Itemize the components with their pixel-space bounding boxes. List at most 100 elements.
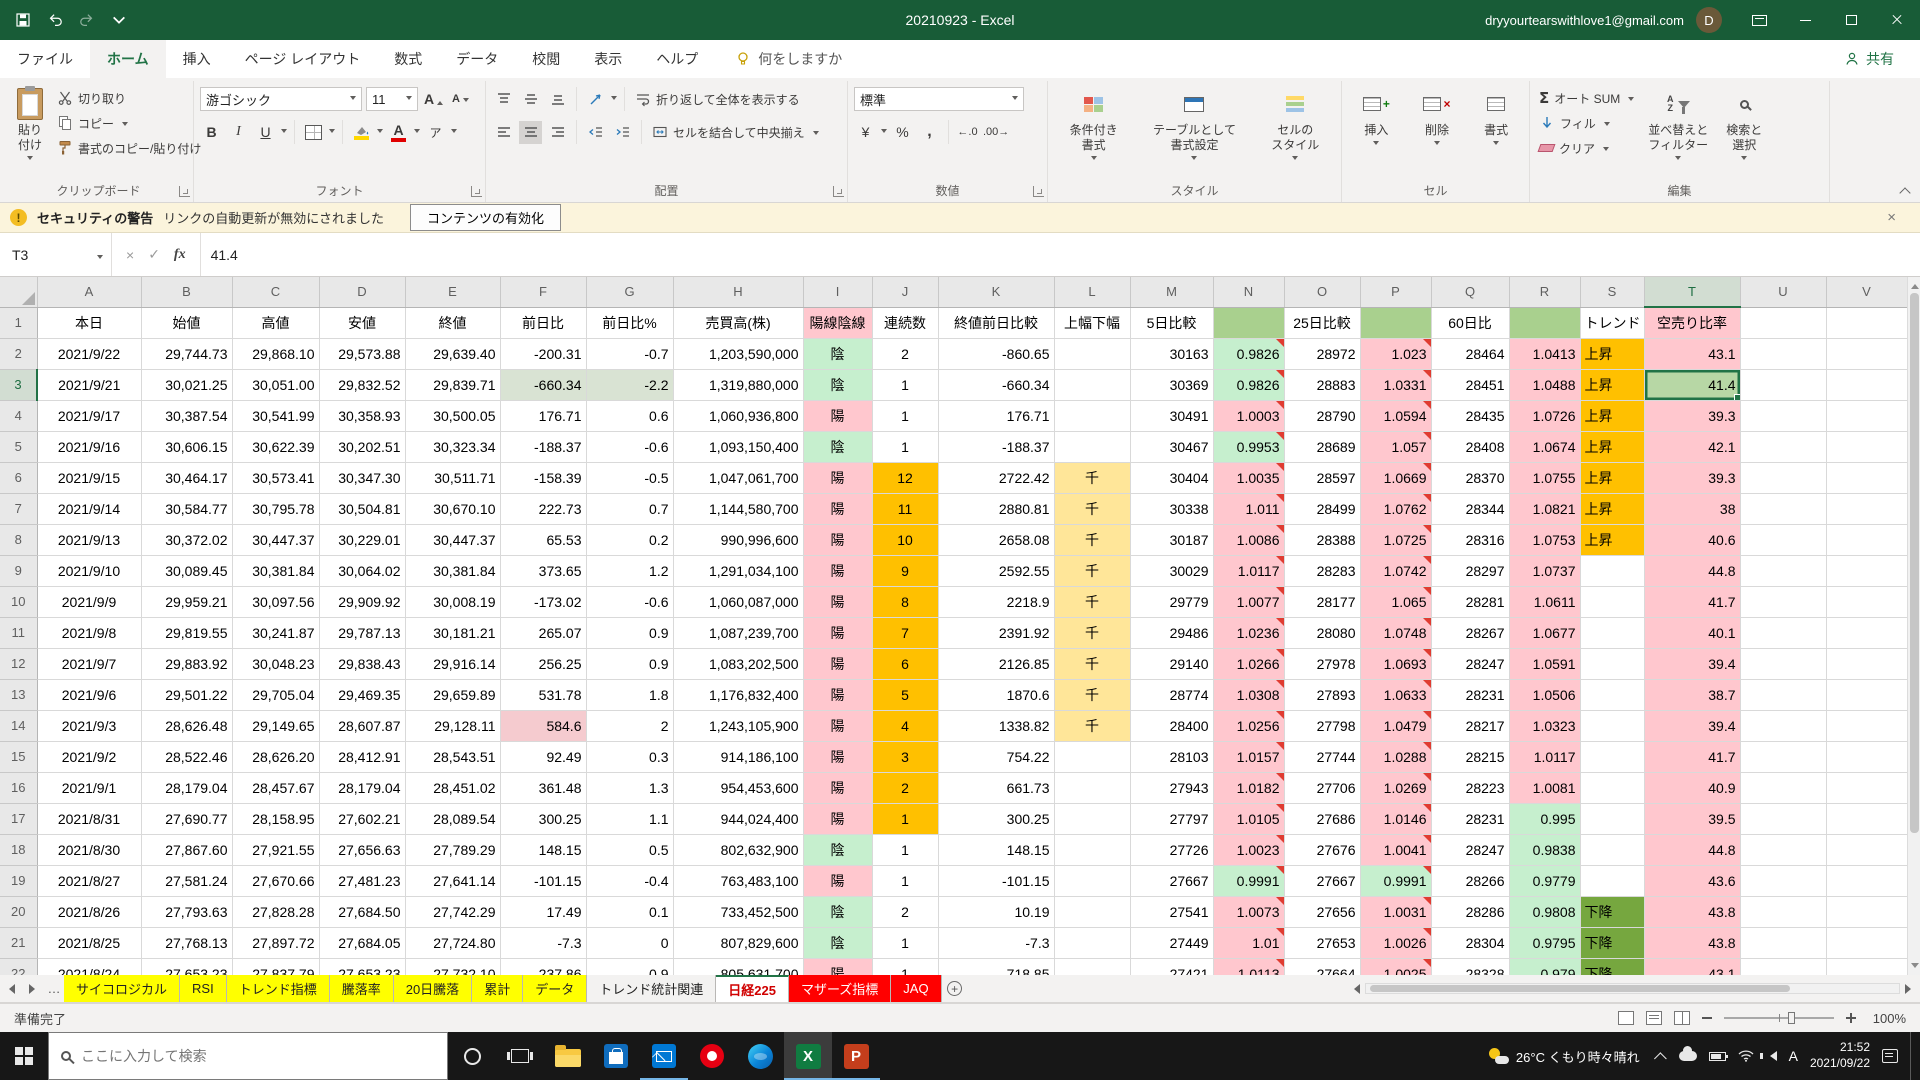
- cell-U1[interactable]: [1740, 307, 1826, 338]
- cell-N7[interactable]: 1.011: [1213, 493, 1284, 524]
- cell-R1[interactable]: [1509, 307, 1580, 338]
- cell-Q3[interactable]: 28451: [1431, 369, 1509, 400]
- cell-K6[interactable]: 2722.42: [938, 462, 1054, 493]
- cell-R8[interactable]: 1.0753: [1509, 524, 1580, 555]
- cell-N12[interactable]: 1.0266: [1213, 648, 1284, 679]
- cell-J10[interactable]: 8: [872, 586, 938, 617]
- column-header-V[interactable]: V: [1826, 277, 1907, 307]
- cell-R6[interactable]: 1.0755: [1509, 462, 1580, 493]
- cell-I7[interactable]: 陽: [803, 493, 872, 524]
- cell-H18[interactable]: 802,632,900: [673, 834, 803, 865]
- cell-T8[interactable]: 40.6: [1644, 524, 1740, 555]
- row-header-18[interactable]: 18: [0, 834, 37, 865]
- cell-A10[interactable]: 2021/9/9: [37, 586, 141, 617]
- cell-I17[interactable]: 陽: [803, 803, 872, 834]
- cell-Q20[interactable]: 28286: [1431, 896, 1509, 927]
- cell-T13[interactable]: 38.7: [1644, 679, 1740, 710]
- cell-O5[interactable]: 28689: [1284, 431, 1360, 462]
- cell-Q22[interactable]: 28328: [1431, 958, 1509, 975]
- cell-J20[interactable]: 2: [872, 896, 938, 927]
- cell-T10[interactable]: 41.7: [1644, 586, 1740, 617]
- cell-R14[interactable]: 1.0323: [1509, 710, 1580, 741]
- cell-R12[interactable]: 1.0591: [1509, 648, 1580, 679]
- column-header-F[interactable]: F: [500, 277, 586, 307]
- undo-button[interactable]: [40, 0, 70, 40]
- cell-C6[interactable]: 30,573.41: [232, 462, 319, 493]
- cell-L9[interactable]: 千: [1054, 555, 1130, 586]
- cell-Q14[interactable]: 28217: [1431, 710, 1509, 741]
- formula-input[interactable]: 41.4: [201, 233, 1920, 276]
- column-header-R[interactable]: R: [1509, 277, 1580, 307]
- row-header-14[interactable]: 14: [0, 710, 37, 741]
- cell-J5[interactable]: 1: [872, 431, 938, 462]
- zoom-in-button[interactable]: [1846, 1013, 1856, 1023]
- cell-M14[interactable]: 28400: [1130, 710, 1213, 741]
- cell-L11[interactable]: 千: [1054, 617, 1130, 648]
- align-left-button[interactable]: [492, 121, 515, 144]
- avatar[interactable]: D: [1696, 7, 1722, 33]
- borders-button[interactable]: [302, 121, 325, 144]
- cell-D7[interactable]: 30,504.81: [319, 493, 405, 524]
- cell-T4[interactable]: 39.3: [1644, 400, 1740, 431]
- increase-indent-button[interactable]: [611, 121, 634, 144]
- cell-F16[interactable]: 361.48: [500, 772, 586, 803]
- cell-E7[interactable]: 30,670.10: [405, 493, 500, 524]
- row-header-9[interactable]: 9: [0, 555, 37, 586]
- cell-Q13[interactable]: 28231: [1431, 679, 1509, 710]
- cell-S19[interactable]: [1580, 865, 1644, 896]
- cell-J4[interactable]: 1: [872, 400, 938, 431]
- cell-J16[interactable]: 2: [872, 772, 938, 803]
- cell-V15[interactable]: [1826, 741, 1907, 772]
- taskbar-search[interactable]: [48, 1032, 448, 1080]
- cell-E8[interactable]: 30,447.37: [405, 524, 500, 555]
- cell-R20[interactable]: 0.9808: [1509, 896, 1580, 927]
- cell-K12[interactable]: 2126.85: [938, 648, 1054, 679]
- cell-O2[interactable]: 28972: [1284, 338, 1360, 369]
- cell-C7[interactable]: 30,795.78: [232, 493, 319, 524]
- cell-C11[interactable]: 30,241.87: [232, 617, 319, 648]
- cell-U19[interactable]: [1740, 865, 1826, 896]
- row-header-6[interactable]: 6: [0, 462, 37, 493]
- cell-C13[interactable]: 29,705.04: [232, 679, 319, 710]
- cell-E16[interactable]: 28,451.02: [405, 772, 500, 803]
- row-header-11[interactable]: 11: [0, 617, 37, 648]
- cell-A5[interactable]: 2021/9/16: [37, 431, 141, 462]
- cell-F10[interactable]: -173.02: [500, 586, 586, 617]
- cell-K7[interactable]: 2880.81: [938, 493, 1054, 524]
- cell-V4[interactable]: [1826, 400, 1907, 431]
- column-header-B[interactable]: B: [141, 277, 232, 307]
- cell-N10[interactable]: 1.0077: [1213, 586, 1284, 617]
- cell-I20[interactable]: 陰: [803, 896, 872, 927]
- cell-H20[interactable]: 733,452,500: [673, 896, 803, 927]
- cell-K19[interactable]: -101.15: [938, 865, 1054, 896]
- cell-S9[interactable]: [1580, 555, 1644, 586]
- cell-N8[interactable]: 1.0086: [1213, 524, 1284, 555]
- cell-O22[interactable]: 27664: [1284, 958, 1360, 975]
- cell-G16[interactable]: 1.3: [586, 772, 673, 803]
- cell-K1[interactable]: 終値前日比較: [938, 307, 1054, 338]
- cell-K2[interactable]: -860.65: [938, 338, 1054, 369]
- cell-D21[interactable]: 27,684.05: [319, 927, 405, 958]
- cell-U21[interactable]: [1740, 927, 1826, 958]
- cell-F5[interactable]: -188.37: [500, 431, 586, 462]
- ribbon-tab-挿入[interactable]: 挿入: [166, 40, 228, 78]
- cell-K20[interactable]: 10.19: [938, 896, 1054, 927]
- sort-filter-button[interactable]: AZ 並べ替えと フィルター: [1641, 85, 1715, 165]
- cell-M20[interactable]: 27541: [1130, 896, 1213, 927]
- cell-U2[interactable]: [1740, 338, 1826, 369]
- row-header-17[interactable]: 17: [0, 803, 37, 834]
- cell-N1[interactable]: [1213, 307, 1284, 338]
- cell-U6[interactable]: [1740, 462, 1826, 493]
- cell-A11[interactable]: 2021/9/8: [37, 617, 141, 648]
- cell-A22[interactable]: 2021/8/24: [37, 958, 141, 975]
- wifi-icon[interactable]: [1738, 1050, 1754, 1062]
- cell-S11[interactable]: [1580, 617, 1644, 648]
- cell-M1[interactable]: 5日比較: [1130, 307, 1213, 338]
- cell-H7[interactable]: 1,144,580,700: [673, 493, 803, 524]
- cell-P9[interactable]: 1.0742: [1360, 555, 1431, 586]
- cell-F7[interactable]: 222.73: [500, 493, 586, 524]
- cell-G18[interactable]: 0.5: [586, 834, 673, 865]
- cell-J13[interactable]: 5: [872, 679, 938, 710]
- cell-D3[interactable]: 29,832.52: [319, 369, 405, 400]
- shrink-font-button[interactable]: A: [449, 88, 472, 111]
